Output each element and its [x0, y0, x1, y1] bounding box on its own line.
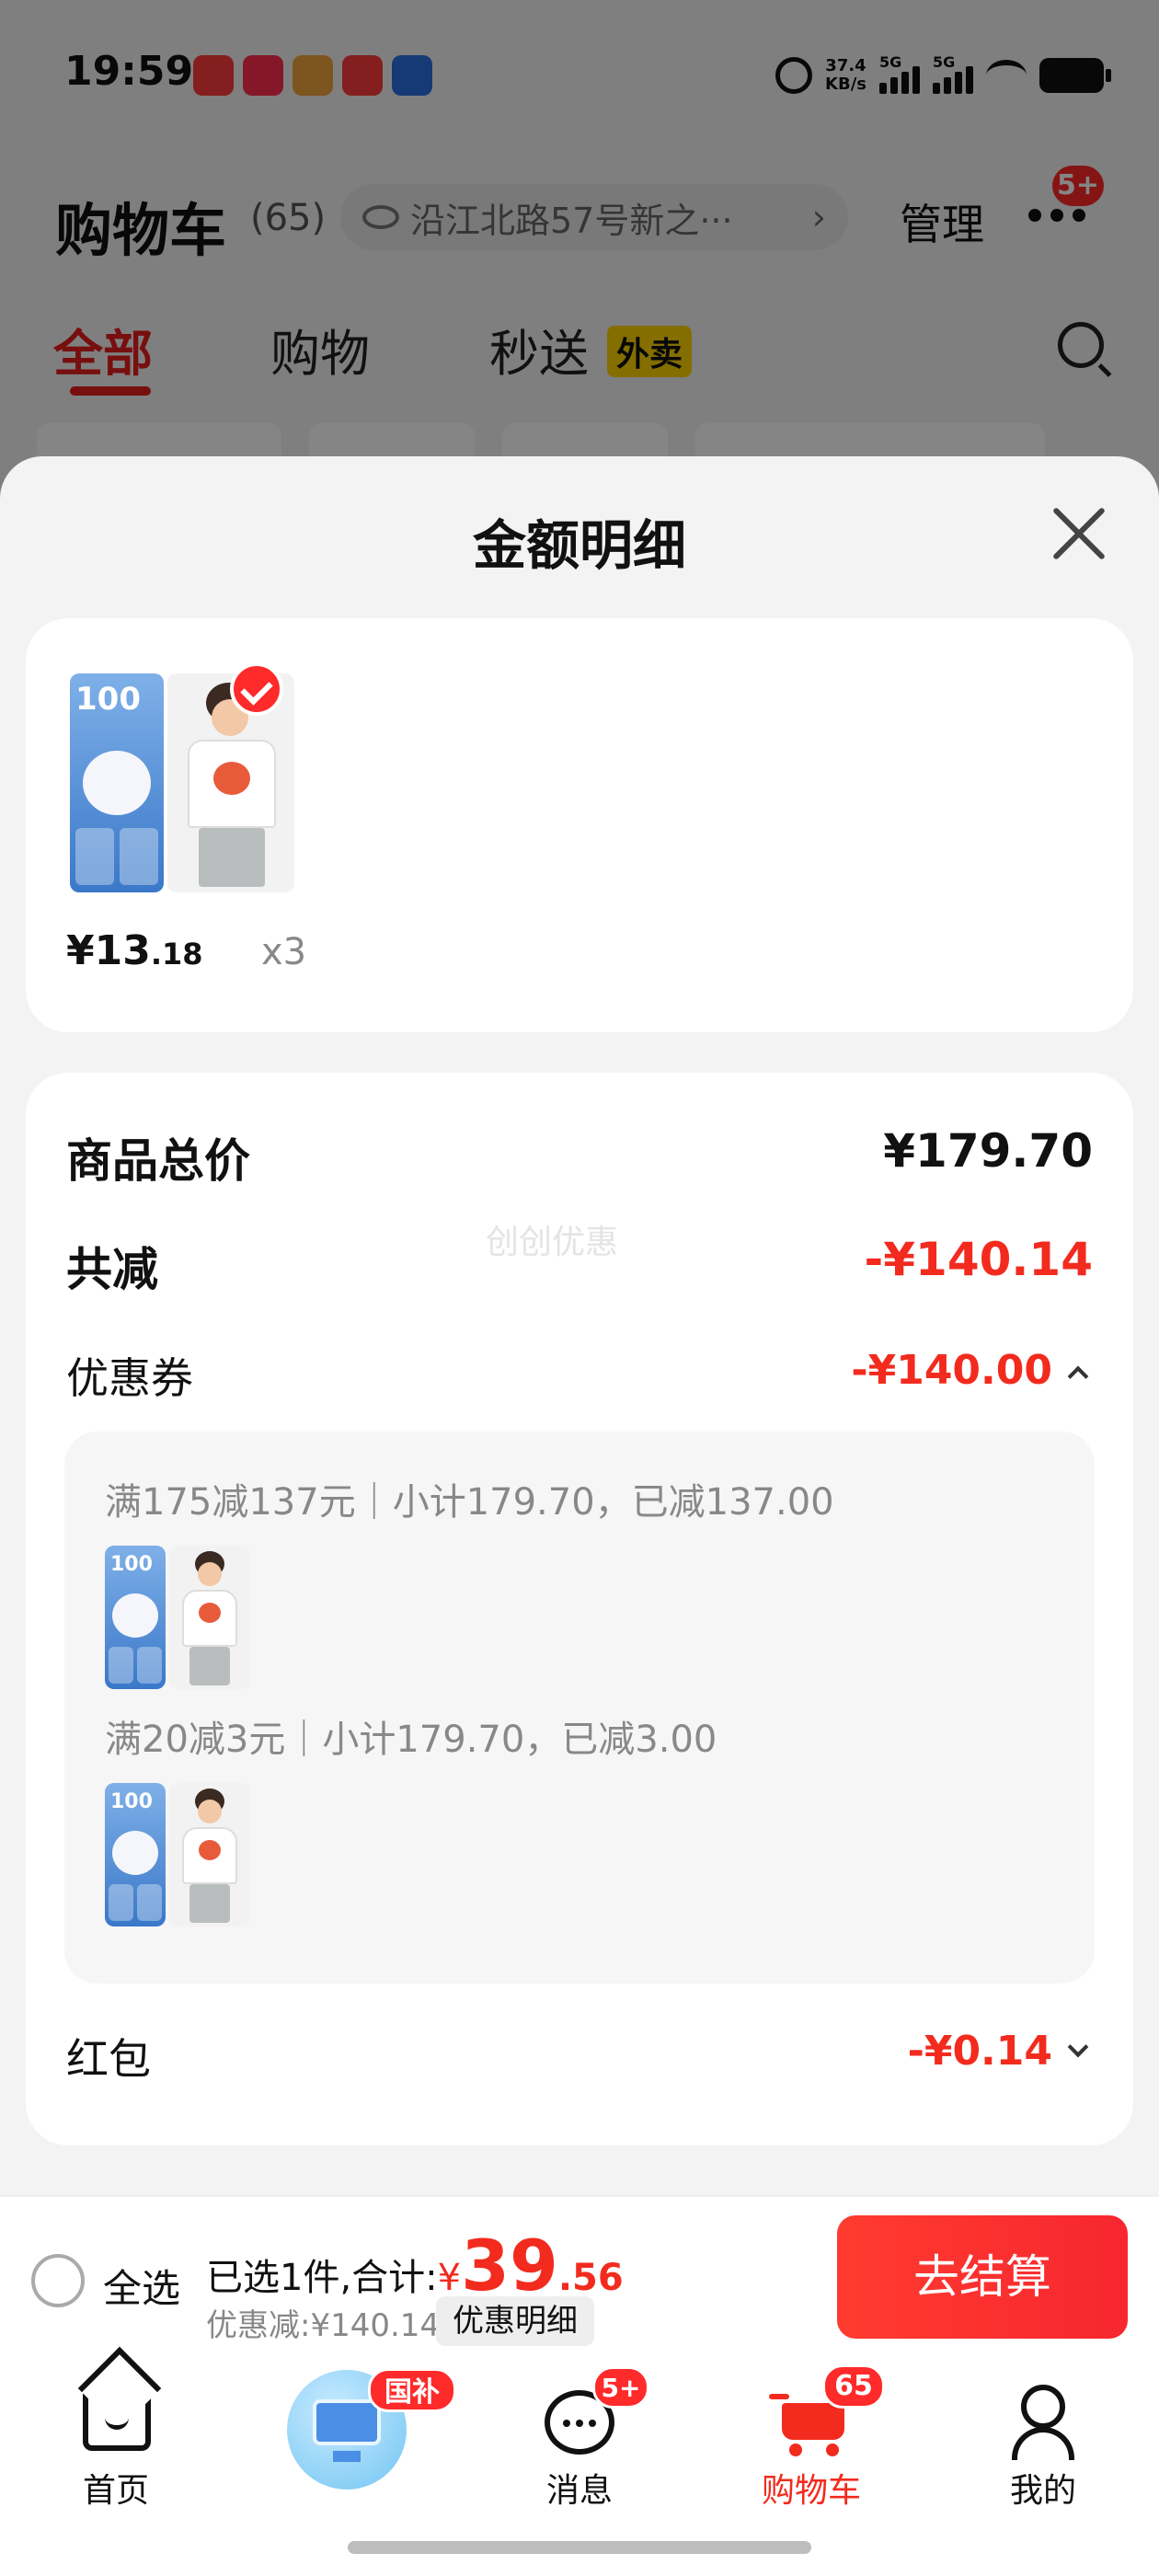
info-panel	[137, 1647, 162, 1684]
kid-pants	[189, 1647, 230, 1685]
total-reduce-label: 共减	[66, 1243, 158, 1296]
kid-tshirt-image	[169, 1783, 250, 1926]
cotton-image: 100	[105, 1546, 166, 1689]
checkout-bar: 全选 已选1件,合计:¥39.56 优惠减:¥140.14 优惠明细 去结算	[0, 2195, 1159, 2361]
coupon-detail-box: 满175减137元｜小计179.70，已减137.00 100 满20减3元｜小…	[64, 1432, 1095, 1984]
price-cents: .18	[150, 937, 203, 972]
message-badge: 5+	[592, 2366, 649, 2409]
selected-check-icon	[230, 662, 283, 716]
coupon-product-image-2: 100	[105, 1783, 250, 1926]
total-summary: 已选1件,合计:¥39.56	[206, 2225, 624, 2306]
close-icon[interactable]	[1049, 502, 1111, 565]
info-panel	[109, 1884, 133, 1921]
checkout-button[interactable]: 去结算	[837, 2215, 1128, 2339]
summary-prefix: 已选1件,合计:	[206, 2257, 438, 2299]
total-reduce-value: -¥140.14	[864, 1233, 1094, 1286]
tshirt-print	[199, 1840, 221, 1860]
sheet-title: 金额明细	[472, 514, 686, 577]
red-packet-value: -¥0.14	[907, 2028, 1052, 2075]
watermark-text: 创创优惠	[486, 1224, 619, 1261]
price-integer: ¥13	[66, 927, 151, 974]
cotton-ball-icon	[112, 1593, 158, 1638]
amount-detail-sheet: 金额明细 100 ¥13.18 x3 商品总价 ¥179.70 共减 创创优惠 …	[0, 456, 1159, 2195]
info-panel	[120, 828, 158, 885]
cotton-ball-icon	[83, 751, 151, 815]
coupon-rule-2: 满20减3元｜小计179.70，已减3.00	[105, 1719, 717, 1761]
monitor-screen	[313, 2399, 381, 2445]
cotton-ball-icon	[112, 1831, 158, 1875]
total-price-label: 商品总价	[66, 1134, 250, 1188]
cotton-logo-icon: 100	[75, 681, 141, 718]
home-icon	[83, 2386, 151, 2451]
kid-face	[198, 1562, 222, 1586]
product-price: ¥13.18	[66, 927, 203, 974]
product-quantity: x3	[261, 931, 307, 973]
tshirt-print	[213, 762, 250, 795]
kid-pants	[189, 1884, 230, 1923]
coupon-label: 优惠券	[66, 1353, 193, 1403]
chevron-up-icon	[1067, 1365, 1089, 1387]
tab-profile-label: 我的	[1009, 2472, 1076, 2510]
total-price-value: ¥179.70	[883, 1124, 1093, 1178]
tab-messages-label: 消息	[545, 2472, 613, 2510]
discount-summary: 优惠减:¥140.14	[206, 2307, 441, 2344]
red-packet-toggle[interactable]: -¥0.14	[907, 2028, 1089, 2075]
subsidy-badge: 国补	[368, 2368, 456, 2412]
info-panel	[109, 1647, 133, 1684]
coupon-toggle[interactable]: -¥140.00	[851, 1347, 1089, 1394]
cotton-logo-icon: 100	[110, 1790, 153, 1813]
coupon-rule-1: 满175减137元｜小计179.70，已减137.00	[105, 1481, 834, 1524]
info-panel	[75, 828, 114, 885]
profile-icon	[1012, 2385, 1074, 2460]
tshirt-print	[199, 1603, 221, 1623]
monitor-stand	[333, 2451, 361, 2462]
kid-face	[198, 1800, 222, 1823]
cotton-logo-icon: 100	[110, 1553, 153, 1576]
info-panel	[137, 1884, 162, 1921]
kid-tshirt-image	[169, 1546, 250, 1689]
kid-pants	[199, 828, 265, 887]
cart-badge: 65	[822, 2364, 885, 2409]
cotton-image: 100	[105, 1783, 166, 1926]
total-cents: .56	[557, 2257, 624, 2299]
chevron-down-icon	[1067, 2036, 1089, 2058]
red-packet-label: 红包	[66, 2034, 151, 2084]
home-indicator[interactable]	[348, 2541, 811, 2554]
total-currency: ¥	[437, 2257, 462, 2299]
tab-cart-label: 购物车	[761, 2472, 861, 2510]
tab-home-label: 首页	[82, 2472, 149, 2510]
coupon-product-image-1: 100	[105, 1546, 250, 1689]
product-card: 100 ¥13.18 x3	[26, 618, 1133, 1032]
total-integer: 39	[461, 2225, 558, 2306]
discount-detail-button[interactable]: 优惠明细	[436, 2296, 594, 2346]
coupon-value: -¥140.00	[851, 1347, 1052, 1394]
select-all-radio[interactable]	[31, 2254, 85, 2307]
price-breakdown-card: 商品总价 ¥179.70 共减 创创优惠 -¥140.14 优惠券 -¥140.…	[26, 1073, 1133, 2145]
select-all-label[interactable]: 全选	[103, 2258, 180, 2314]
cotton-image: 100	[70, 673, 164, 892]
